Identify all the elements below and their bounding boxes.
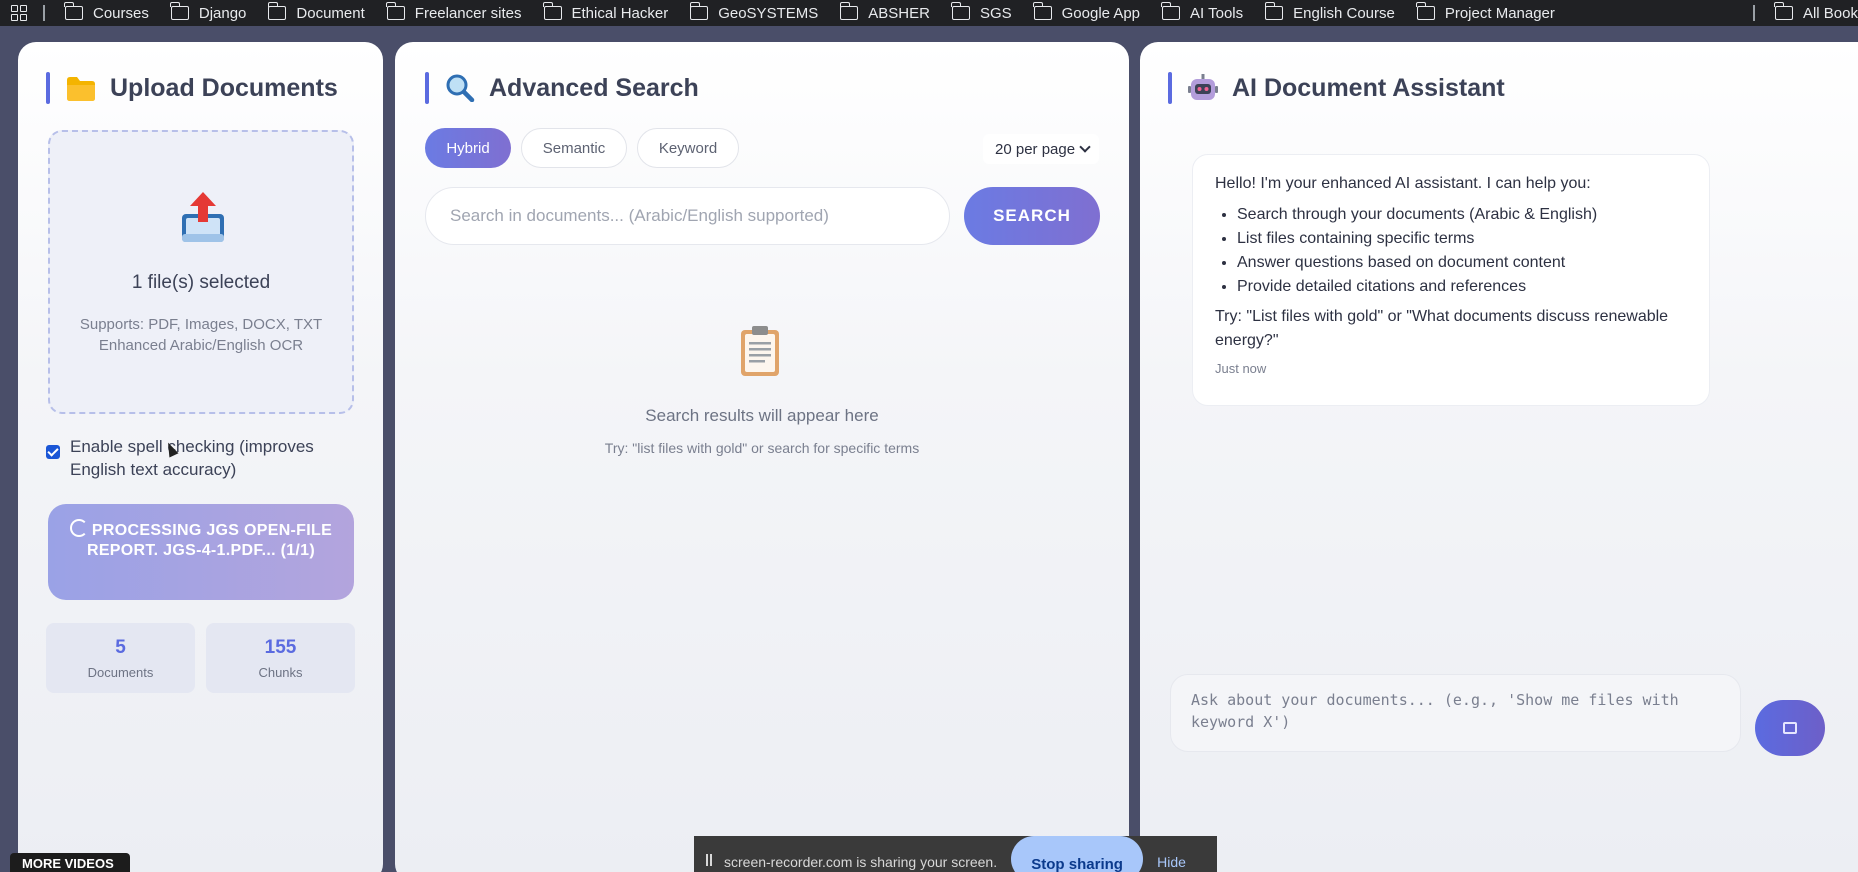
title-accent-bar [46, 72, 50, 104]
bookmark-geosystems[interactable]: GeoSYSTEMS [689, 2, 818, 22]
file-count-text: 1 file(s) selected [131, 272, 271, 293]
bookmark-ethical-hacker[interactable]: Ethical Hacker [542, 2, 668, 22]
spellcheck-checkbox[interactable] [46, 445, 60, 459]
chat-input[interactable]: Ask about your documents... (e.g., 'Show… [1170, 674, 1741, 752]
assistant-panel: AI Document Assistant Hello! I'm your en… [1140, 42, 1858, 872]
message-timestamp: Just now [1215, 361, 1267, 376]
folder-icon [1033, 2, 1052, 20]
list-item: Answer questions based on document conte… [1237, 251, 1687, 275]
bookmark-english-course[interactable]: English Course [1264, 2, 1395, 22]
folder-icon [542, 2, 562, 20]
upload-title: Upload Documents [46, 72, 338, 104]
capabilities-list: Search through your documents (Arabic & … [1237, 203, 1687, 299]
spellcheck-option[interactable]: Enable spell checking (improves English … [46, 435, 366, 481]
folder-icon [170, 2, 189, 20]
robot-icon [1188, 74, 1218, 100]
hide-button[interactable]: Hide [1157, 854, 1186, 870]
folder-icon [1774, 2, 1793, 20]
bookmark-courses[interactable]: Courses [64, 2, 149, 22]
upload-dropzone[interactable]: 1 file(s) selected Supports: PDF, Images… [48, 130, 354, 414]
search-button[interactable]: SEARCH [964, 187, 1100, 245]
bookmark-document[interactable]: Document [267, 2, 365, 22]
apps-grid-icon[interactable] [11, 5, 27, 21]
more-videos-button[interactable]: MORE VIDEOS [10, 853, 130, 872]
upload-panel: Upload Documents 1 file(s) selected Supp… [18, 42, 383, 872]
folder-icon [1416, 2, 1435, 20]
share-status-text: screen-recorder.com is sharing your scre… [724, 854, 998, 870]
chevron-down-icon [1079, 141, 1091, 153]
search-title: Advanced Search [425, 72, 699, 104]
bookmarks-divider [43, 5, 45, 21]
folder-icon [64, 2, 83, 20]
assistant-message: Hello! I'm your enhanced AI assistant. I… [1192, 154, 1710, 406]
per-page-select[interactable]: 20 per page [983, 134, 1099, 164]
folder-icon [1161, 2, 1181, 20]
folder-icon [951, 2, 970, 20]
search-input[interactable]: Search in documents... (Arabic/English s… [425, 187, 950, 245]
stat-chunks: 155 Chunks [206, 623, 355, 693]
bookmark-sgs[interactable]: SGS [951, 2, 1012, 22]
bookmarks-divider [1752, 5, 1755, 21]
empty-results-hint: Try: "list files with gold" or search fo… [604, 440, 920, 456]
spinner-icon [69, 519, 88, 537]
magnifier-icon [446, 74, 475, 102]
title-accent-bar [425, 72, 429, 104]
list-item: Search through your documents (Arabic & … [1237, 203, 1687, 227]
folder-icon [1264, 2, 1284, 20]
stop-sharing-button[interactable]: Stop sharing [1011, 836, 1144, 872]
send-button[interactable] [1755, 700, 1825, 756]
processing-button[interactable]: PROCESSING JGS OPEN-FILE REPORT. JGS-4-1… [48, 504, 354, 600]
folder-icon [839, 2, 859, 20]
mode-hybrid-chip[interactable]: Hybrid [425, 128, 511, 168]
upload-tray-icon [182, 192, 224, 242]
mode-keyword-chip[interactable]: Keyword [637, 128, 739, 168]
folder-icon [386, 2, 405, 20]
all-bookmarks-area: All Book [1752, 0, 1858, 26]
bookmark-django[interactable]: Django [170, 2, 246, 22]
folder-icon [689, 2, 709, 20]
title-accent-bar [1168, 72, 1172, 104]
bookmark-freelancer-sites[interactable]: Freelancer sites [386, 2, 522, 22]
supported-formats-text: Supports: PDF, Images, DOCX, TXT Enhance… [79, 316, 323, 354]
pause-icon [706, 854, 712, 866]
send-icon [1783, 722, 1797, 734]
bookmark-project-manager[interactable]: Project Manager [1416, 2, 1555, 22]
empty-results-text: Search results will appear here [645, 406, 879, 425]
bookmark-google-app[interactable]: Google App [1033, 2, 1140, 22]
all-bookmarks[interactable]: All Book [1774, 2, 1858, 22]
search-panel: Advanced Search Hybrid Semantic Keyword … [395, 42, 1129, 872]
list-item: List files containing specific terms [1237, 227, 1687, 251]
clipboard-icon [741, 326, 779, 376]
message-example: Try: "List files with gold" or "What doc… [1215, 308, 1669, 349]
message-greeting: Hello! I'm your enhanced AI assistant. I… [1215, 175, 1591, 192]
folder-icon [67, 77, 95, 101]
list-item: Provide detailed citations and reference… [1237, 275, 1687, 299]
spellcheck-label: Enable spell checking (improves English … [70, 437, 314, 479]
stat-documents: 5 Documents [46, 623, 195, 693]
folder-icon [267, 2, 287, 20]
assistant-title: AI Document Assistant [1168, 72, 1505, 104]
bookmark-absher[interactable]: ABSHER [839, 2, 930, 22]
mode-semantic-chip[interactable]: Semantic [521, 128, 627, 168]
bookmark-ai-tools[interactable]: AI Tools [1161, 2, 1243, 22]
screen-share-bar: screen-recorder.com is sharing your scre… [694, 836, 1217, 872]
bookmarks-bar: Courses Django Document Freelancer sites… [0, 0, 1858, 26]
